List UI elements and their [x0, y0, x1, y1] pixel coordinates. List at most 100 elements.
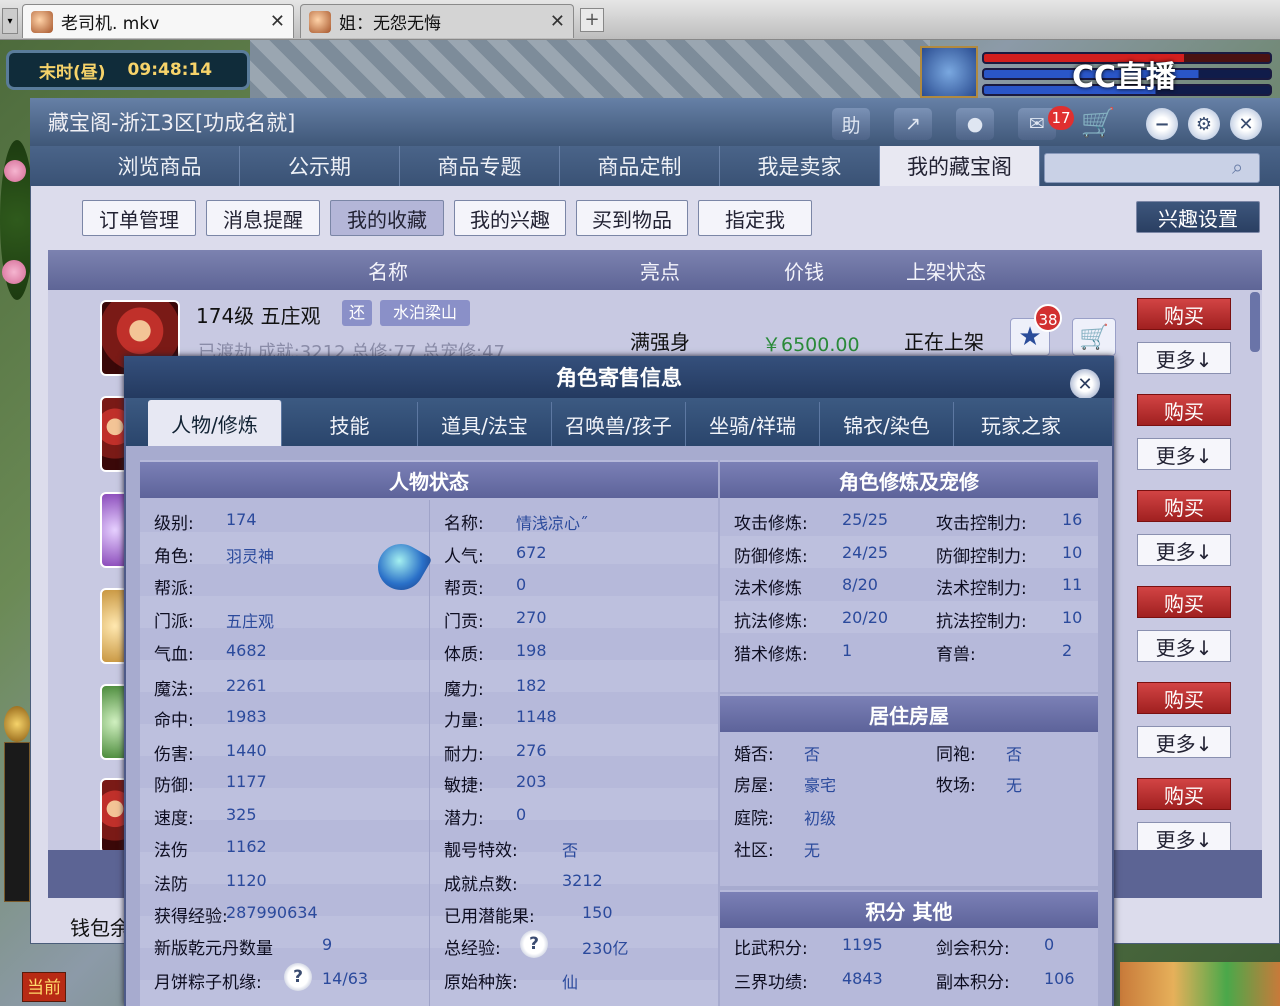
ptab-outfits[interactable]: 锦衣/染色 [820, 402, 954, 446]
new-tab-button[interactable]: + [580, 8, 604, 32]
ptab-skills[interactable]: 技能 [282, 402, 418, 446]
field-label: 伤害: [154, 745, 194, 765]
field-value: 无 [1006, 776, 1023, 795]
field-label: 魔力: [444, 680, 484, 700]
bottom-toolbar-icons[interactable] [1120, 962, 1280, 1006]
field-label: 命中: [154, 711, 194, 731]
field-value: 24/25 [842, 543, 889, 562]
field-label: 帮贡: [444, 579, 484, 599]
record-icon[interactable]: ● [956, 108, 994, 140]
field-value: 270 [516, 608, 547, 627]
watermark-logo: CC直播 [1072, 60, 1177, 95]
channel-current[interactable]: 当前 [22, 972, 66, 1002]
field-value: 2 [1062, 641, 1073, 660]
field-label: 比武积分: [734, 939, 808, 959]
tab-list-icon[interactable]: ▾ [2, 8, 18, 34]
tab-seller[interactable]: 我是卖家 [720, 146, 880, 186]
status-header: 人物状态 [140, 462, 718, 498]
field-label: 体质: [444, 645, 484, 665]
field-label: 原始种族: [444, 973, 518, 993]
tab-video[interactable]: 老司机. mkv ✕ [22, 4, 294, 38]
field-label: 抗法控制力: [936, 612, 1027, 632]
close-window-icon[interactable]: ✕ [1230, 108, 1262, 140]
field-label: 靓号特效: [444, 841, 518, 861]
popup-close-icon[interactable]: ✕ [1070, 369, 1100, 399]
field-value: 1195 [842, 935, 883, 954]
cart-icon[interactable]: 🛒 [1078, 106, 1118, 140]
tab-stream[interactable]: 姐：无怨无悔 ✕ [300, 4, 574, 38]
player-portrait[interactable] [920, 46, 978, 98]
field-label: 总经验: [444, 939, 501, 959]
field-value: 1983 [226, 707, 267, 726]
compass-icon[interactable] [4, 706, 30, 742]
field-value: 3212 [562, 871, 603, 890]
buy-button[interactable]: 购买 [1137, 682, 1231, 714]
flower [2, 260, 26, 284]
buy-button[interactable]: 购买 [1137, 586, 1231, 618]
field-value: 初级 [804, 809, 837, 828]
more-button[interactable]: 更多↓ [1137, 534, 1231, 566]
video-icon [31, 10, 53, 33]
ptab-items[interactable]: 道具/法宝 [418, 402, 552, 446]
subtab-favorites[interactable]: 我的收藏 [330, 200, 444, 236]
close-icon[interactable]: ✕ [550, 11, 565, 32]
field-value: 2261 [226, 676, 267, 695]
field-value: 1 [842, 641, 853, 660]
settings-icon[interactable]: ⚙ [1188, 108, 1220, 140]
field-value: 287990634 [226, 903, 318, 922]
buy-button[interactable]: 购买 [1137, 778, 1231, 810]
share-icon[interactable]: ↗ [894, 108, 932, 140]
field-label: 庭院: [734, 809, 774, 829]
buy-button[interactable]: 购买 [1137, 298, 1231, 330]
subtab-interests[interactable]: 我的兴趣 [454, 200, 566, 236]
help-icon[interactable]: ? [520, 930, 548, 958]
buy-button[interactable]: 购买 [1137, 394, 1231, 426]
help-icon[interactable]: ? [284, 963, 312, 991]
ptab-home[interactable]: 玩家之家 [954, 402, 1088, 446]
field-label: 抗法修炼: [734, 612, 808, 632]
tab-topics[interactable]: 商品专题 [400, 146, 560, 186]
field-value: 198 [516, 641, 547, 660]
field-label: 速度: [154, 809, 194, 829]
subtab-purchased[interactable]: 买到物品 [576, 200, 688, 236]
scrollbar[interactable] [1250, 292, 1260, 352]
more-button[interactable]: 更多↓ [1137, 438, 1231, 470]
table-header: 名称 亮点 价钱 上架状态 [48, 250, 1262, 290]
tab-public[interactable]: 公示期 [240, 146, 400, 186]
more-button[interactable]: 更多↓ [1137, 342, 1231, 374]
field-label: 婚否: [734, 745, 774, 765]
help-button[interactable]: 助 [832, 108, 870, 140]
close-icon[interactable]: ✕ [270, 11, 285, 32]
field-label: 帮派: [154, 579, 194, 599]
help-label: 助 [841, 114, 861, 137]
tab-browse[interactable]: 浏览商品 [80, 146, 240, 186]
minimize-icon[interactable]: − [1146, 108, 1178, 140]
more-button[interactable]: 更多↓ [1137, 726, 1231, 758]
more-button[interactable]: 更多↓ [1137, 630, 1231, 662]
field-label: 气血: [154, 645, 194, 665]
tab-custom[interactable]: 商品定制 [560, 146, 720, 186]
field-value: 0 [516, 575, 527, 594]
subtab-orders[interactable]: 订单管理 [82, 200, 196, 236]
listing-price: ￥6500.00 [762, 334, 860, 356]
field-value: 10 [1062, 543, 1083, 562]
field-label: 月饼粽子机缘: [154, 973, 262, 993]
subtab-assigned[interactable]: 指定我 [698, 200, 812, 236]
ptab-pets[interactable]: 召唤兽/孩子 [552, 402, 686, 446]
time-period: 末时(昼) [39, 62, 106, 83]
field-label: 成就点数: [444, 875, 518, 895]
subtab-messages[interactable]: 消息提醒 [206, 200, 320, 236]
tab-my-treasure[interactable]: 我的藏宝阁 [880, 146, 1040, 186]
ptab-character[interactable]: 人物/修炼 [148, 400, 282, 446]
field-label: 耐力: [444, 745, 484, 765]
search-icon[interactable]: ⌕ [1232, 155, 1243, 179]
ptab-mounts[interactable]: 坐骑/祥瑞 [686, 402, 820, 446]
message-count-badge: 17 [1048, 106, 1074, 130]
flower [4, 160, 26, 182]
buy-button[interactable]: 购买 [1137, 490, 1231, 522]
add-cart-icon[interactable]: 🛒 [1072, 318, 1116, 356]
search-input[interactable] [1044, 153, 1260, 183]
field-value: 4682 [226, 641, 267, 660]
field-label: 已用潜能果: [444, 907, 535, 927]
interest-settings-button[interactable]: 兴趣设置 [1136, 201, 1260, 233]
